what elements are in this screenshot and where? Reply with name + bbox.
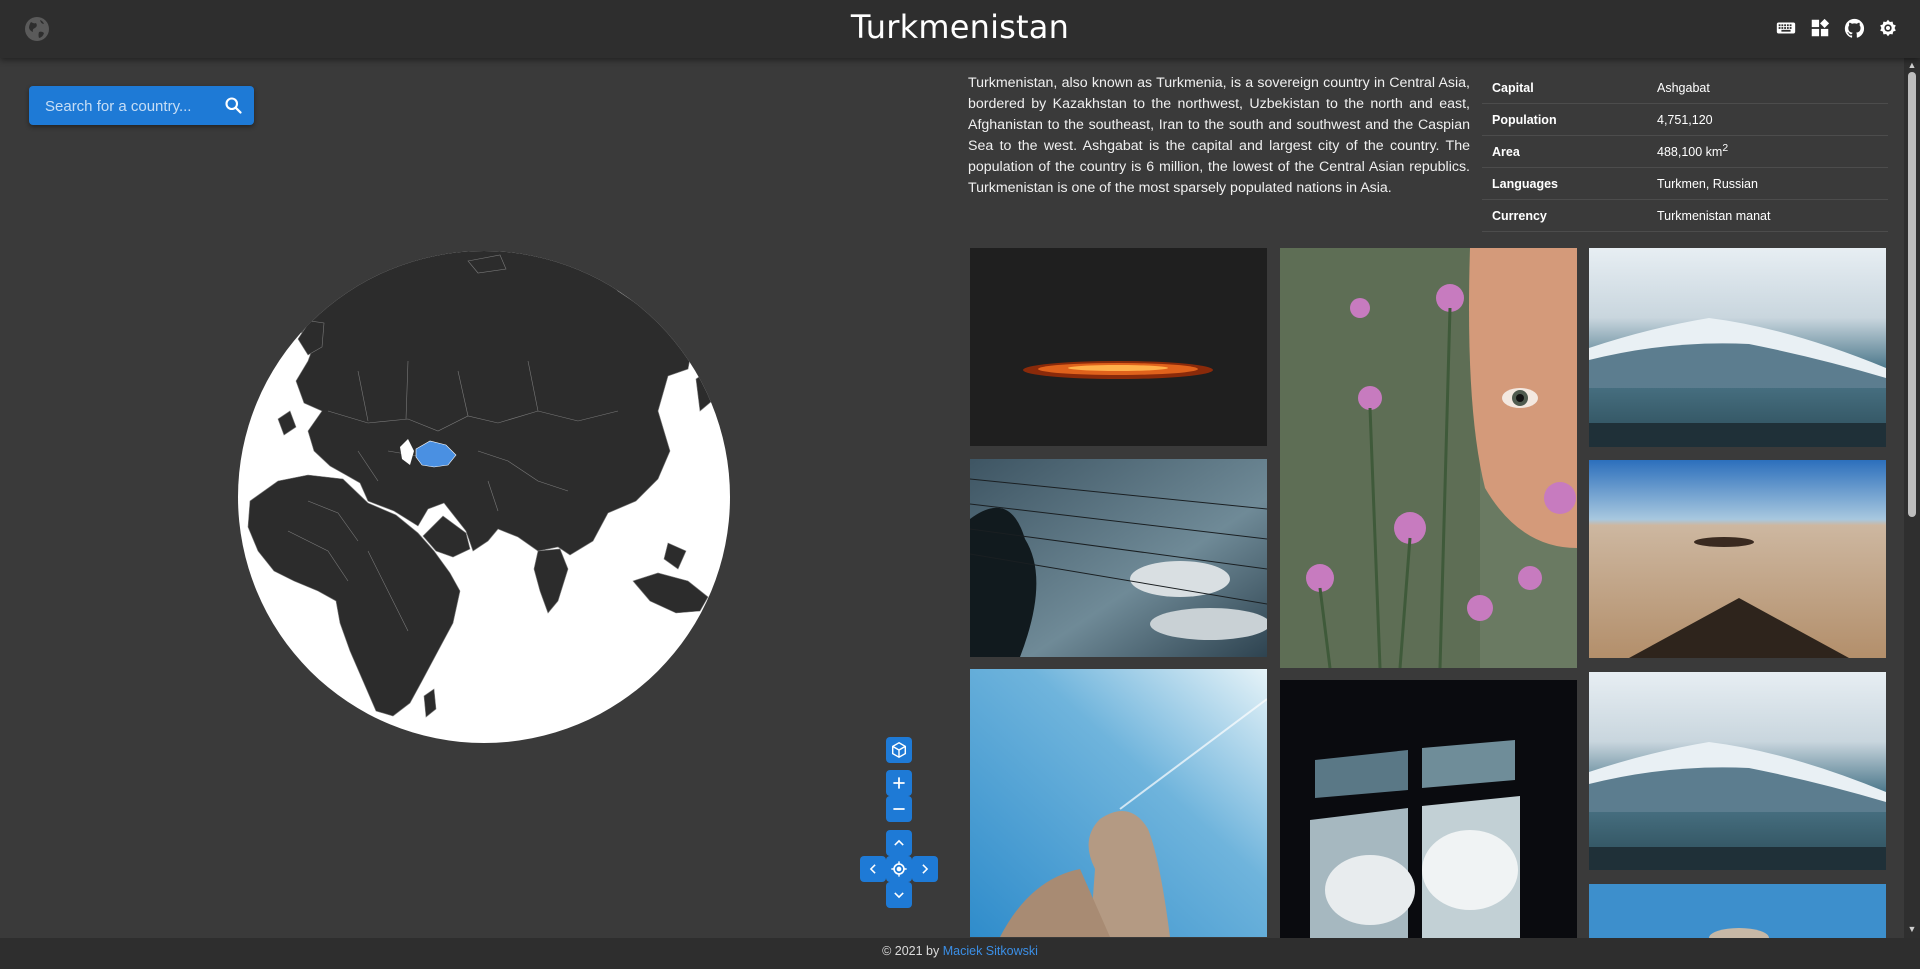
fact-label: Population bbox=[1482, 103, 1647, 136]
author-link[interactable]: Maciek Sitkowski bbox=[943, 944, 1038, 958]
photo-mountain-lake-1[interactable] bbox=[1589, 248, 1886, 447]
pan-right-icon[interactable] bbox=[912, 856, 938, 882]
footer-text: © 2021 by bbox=[882, 944, 943, 958]
photo-statue-sky[interactable] bbox=[970, 669, 1267, 937]
fact-label: Currency bbox=[1482, 199, 1647, 232]
photo-flowers-face[interactable] bbox=[1280, 248, 1577, 668]
pan-up-icon[interactable] bbox=[886, 830, 912, 856]
globe-map[interactable] bbox=[238, 251, 730, 743]
fact-value: Turkmenistan manat bbox=[1647, 199, 1888, 232]
photo-window-clouds[interactable] bbox=[1280, 680, 1577, 938]
area-value: 488,100 km bbox=[1657, 145, 1723, 160]
search-bar bbox=[29, 86, 254, 127]
search-icon[interactable] bbox=[223, 95, 244, 116]
fact-label: Area bbox=[1482, 135, 1647, 168]
photo-mountain-lake-2[interactable] bbox=[1589, 672, 1886, 870]
zoom-out-icon[interactable] bbox=[886, 796, 912, 822]
table-row: Currency Turkmenistan manat bbox=[1482, 199, 1888, 232]
fact-value: Turkmen, Russian bbox=[1647, 167, 1888, 200]
keyboard-icon[interactable] bbox=[1774, 16, 1798, 40]
page-title: Turkmenistan bbox=[850, 8, 1070, 46]
search-input[interactable] bbox=[43, 86, 217, 127]
photo-desert-crater[interactable] bbox=[1589, 460, 1886, 658]
pan-left-icon[interactable] bbox=[860, 856, 886, 882]
table-row: Area 488,100 km2 bbox=[1482, 135, 1888, 168]
settings-icon[interactable] bbox=[1876, 16, 1900, 40]
area-unit-superscript: 2 bbox=[1722, 143, 1729, 155]
table-row: Capital Ashgabat bbox=[1482, 72, 1888, 104]
scroll-up-icon[interactable]: ▲ bbox=[1907, 60, 1917, 70]
scrollbar[interactable]: ▲ ▼ bbox=[1904, 58, 1920, 938]
cube-icon[interactable] bbox=[886, 737, 912, 763]
top-bar: Turkmenistan bbox=[0, 0, 1920, 58]
github-icon[interactable] bbox=[1842, 16, 1866, 40]
footer: © 2021 by Maciek Sitkowski bbox=[0, 938, 1920, 969]
zoom-in-icon[interactable] bbox=[886, 770, 912, 796]
scroll-down-icon[interactable]: ▼ bbox=[1907, 924, 1917, 934]
fact-value: 488,100 km2 bbox=[1647, 135, 1888, 168]
table-row: Population 4,751,120 bbox=[1482, 103, 1888, 136]
pan-down-icon[interactable] bbox=[886, 882, 912, 908]
photo-partial[interactable] bbox=[1589, 884, 1886, 938]
country-description: Turkmenistan, also known as Turkmenia, i… bbox=[968, 75, 1470, 196]
table-row: Languages Turkmen, Russian bbox=[1482, 167, 1888, 200]
dashboard-icon[interactable] bbox=[1808, 16, 1832, 40]
fact-label: Languages bbox=[1482, 167, 1647, 200]
photo-sky-wires[interactable] bbox=[970, 459, 1267, 657]
photo-gas-crater-night[interactable] bbox=[970, 248, 1267, 446]
locate-icon[interactable] bbox=[886, 856, 912, 882]
country-facts-table: Capital Ashgabat Population 4,751,120 Ar… bbox=[1482, 72, 1888, 232]
scrollbar-thumb[interactable] bbox=[1908, 72, 1916, 517]
fact-label: Capital bbox=[1482, 72, 1647, 104]
fact-value: 4,751,120 bbox=[1647, 103, 1888, 136]
fact-value: Ashgabat bbox=[1647, 72, 1888, 104]
